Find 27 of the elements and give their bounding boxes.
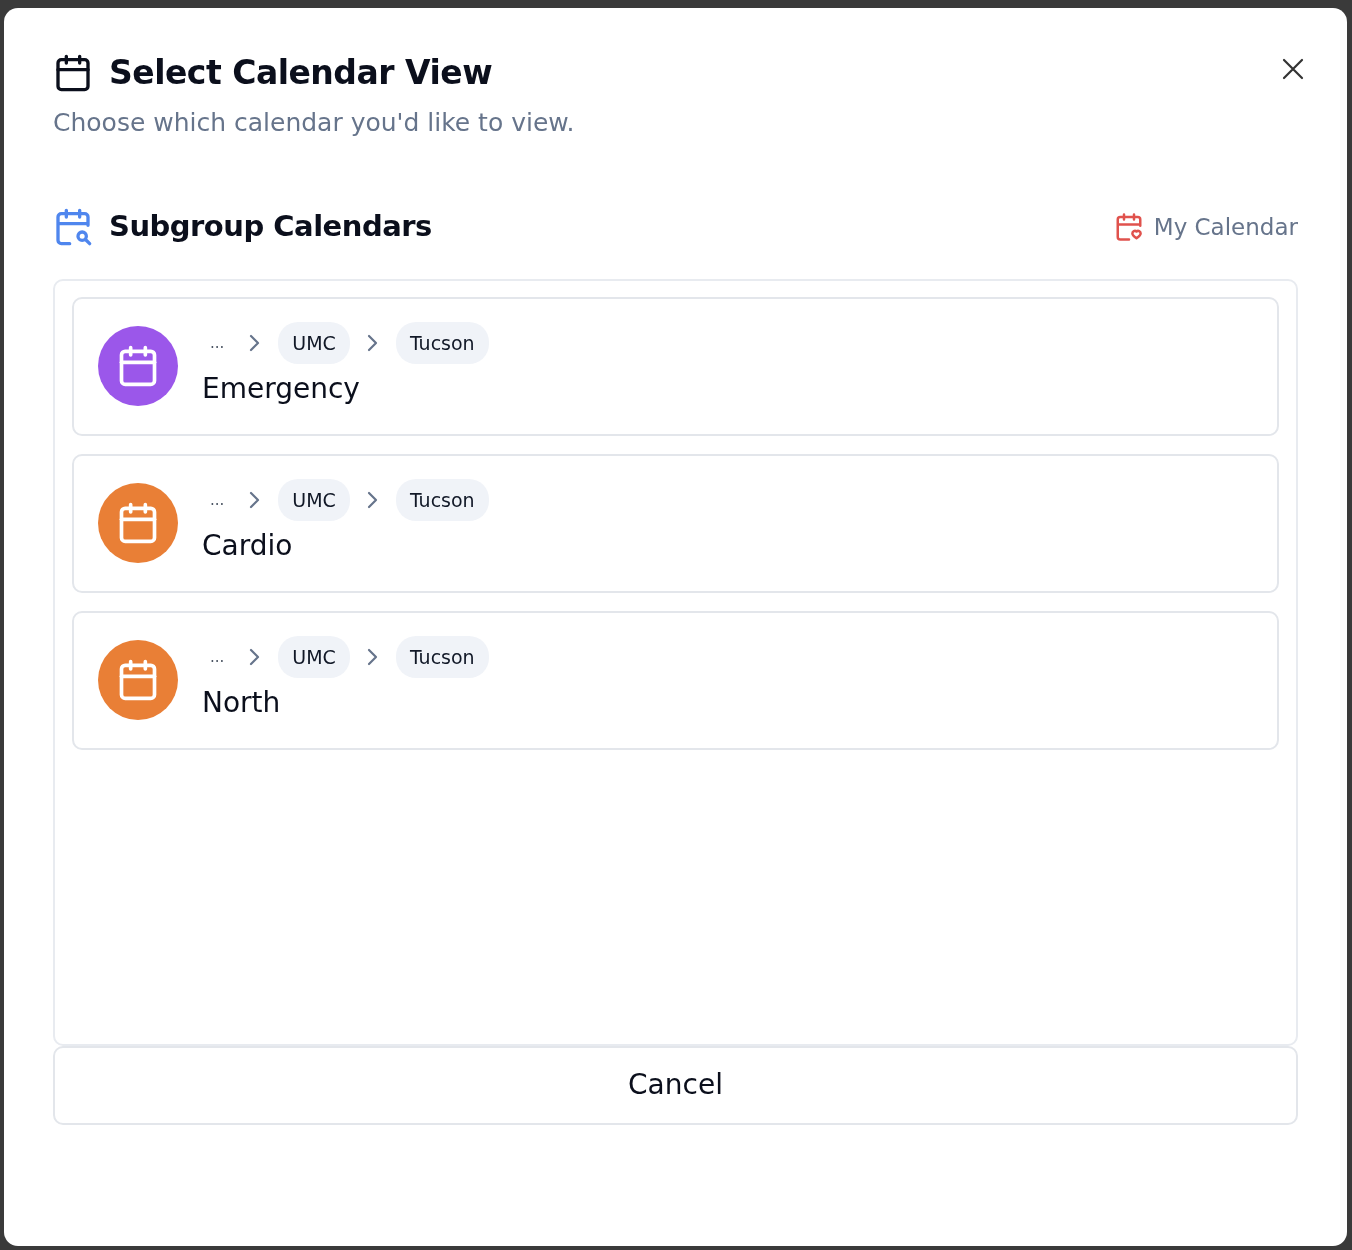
breadcrumb-tag: Tucson (395, 478, 489, 522)
chevron-right-icon (365, 647, 380, 667)
breadcrumb-tag: Tucson (395, 635, 489, 679)
dialog-subtitle: Choose which calendar you'd like to view. (53, 106, 576, 139)
dialog-title: Select Calendar View (109, 52, 493, 94)
calendar-name: Emergency (202, 371, 361, 408)
breadcrumb-ellipsis: ... (209, 332, 226, 354)
breadcrumb-ellipsis: ... (209, 646, 226, 668)
calendar-heart-icon (1113, 211, 1144, 242)
breadcrumb-tag: Tucson (395, 321, 489, 365)
cancel-button[interactable]: Cancel (53, 1045, 1298, 1125)
calendar-item[interactable]: ... UMC Tucson Emergency (72, 296, 1279, 436)
calendar-search-icon (53, 206, 93, 247)
close-icon (1281, 56, 1305, 81)
calendar-item[interactable]: ... UMC Tucson North (72, 610, 1279, 750)
breadcrumb-tag: UMC (278, 478, 350, 522)
calendar-name: Cardio (202, 528, 294, 565)
breadcrumb-tag: UMC (278, 635, 350, 679)
chevron-right-icon (365, 490, 380, 510)
chevron-right-icon (365, 333, 380, 353)
breadcrumb-ellipsis: ... (209, 489, 226, 511)
calendar-name: North (202, 685, 282, 722)
section-title: Subgroup Calendars (109, 208, 432, 245)
calendar-item[interactable]: ... UMC Tucson Cardio (72, 453, 1279, 593)
my-calendar-link[interactable]: My Calendar (1113, 209, 1298, 244)
calendar-icon (53, 52, 93, 93)
breadcrumb-tag: UMC (278, 321, 350, 365)
